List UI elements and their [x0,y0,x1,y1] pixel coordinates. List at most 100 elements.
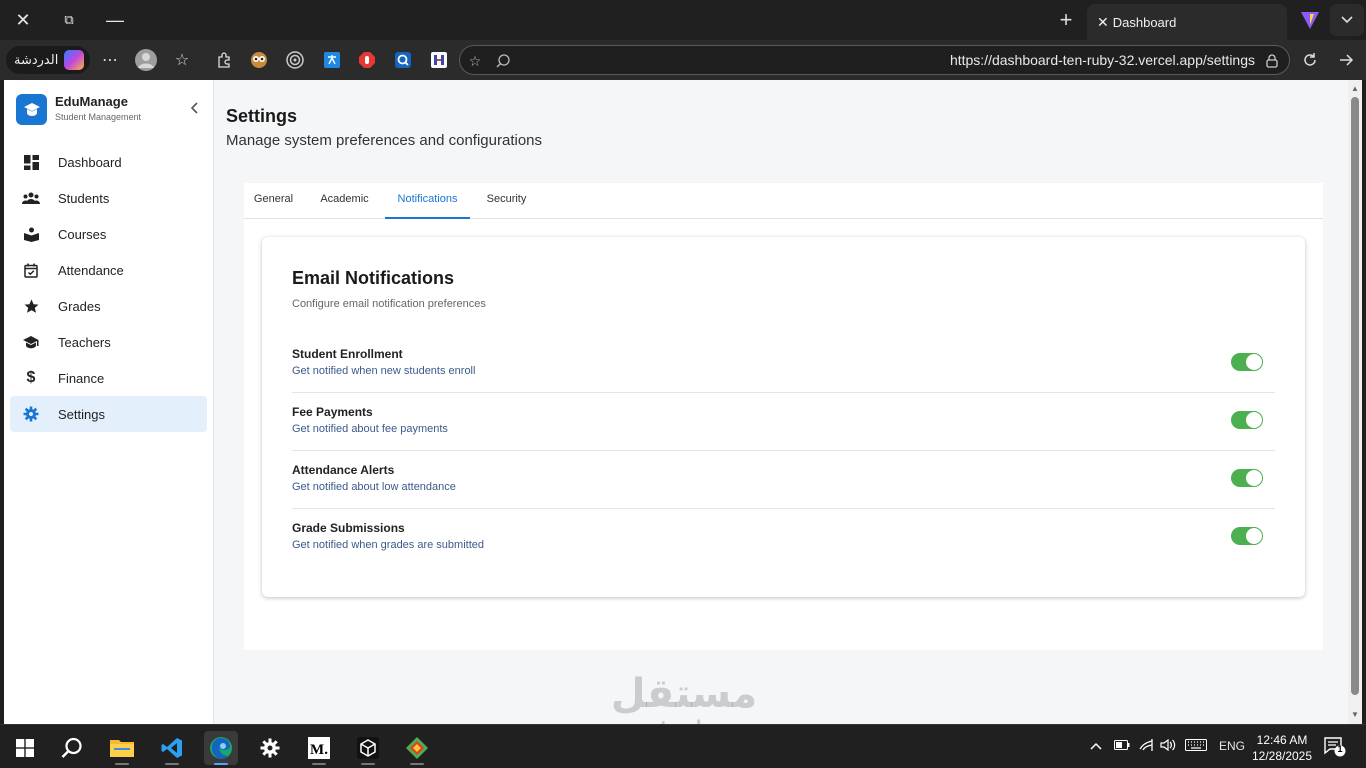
setting-description: Get notified about fee payments [292,423,448,435]
copilot-logo-icon [64,50,85,70]
sidebar-item-attendance[interactable]: Attendance [10,252,207,288]
page-title: Settings [226,106,298,126]
student-enrollment-toggle[interactable] [1231,353,1263,371]
profile-avatar-icon[interactable] [134,48,158,72]
main-content: Settings Manage system preferences and c… [214,80,1348,724]
minimize-window-icon[interactable]: — [92,0,138,40]
setting-title: Grade Submissions [292,521,405,535]
email-notifications-card: Email Notifications Configure email noti… [262,237,1305,597]
close-window-icon[interactable]: ✕ [0,0,46,40]
extension-shield-icon[interactable] [427,48,451,72]
wifi-icon[interactable] [1138,739,1154,754]
battery-icon[interactable] [1114,739,1130,753]
forward-arrow-icon[interactable] [1334,48,1358,72]
notification-count: 1 [1337,744,1343,754]
close-tab-icon[interactable]: ✕ [1097,14,1109,31]
file-explorer-icon[interactable] [105,731,139,765]
search-icon[interactable] [55,731,89,765]
url-text[interactable]: https://dashboard-ten-ruby-32.vercel.app… [950,52,1255,68]
fee-payments-toggle[interactable] [1231,411,1263,429]
favorites-icon[interactable]: ☆ [170,48,194,72]
sidebar-item-finance[interactable]: $ Finance [10,360,207,396]
browser-tab[interactable]: ✕ Dashboard [1087,4,1287,40]
settings-gear-icon[interactable] [253,731,287,765]
card-subtitle: Configure email notification preferences [292,298,486,310]
new-tab-button[interactable]: + [1052,6,1080,34]
extensions-icon[interactable] [212,48,236,72]
sidebar: EduManage Student Management Dashboard S… [4,80,214,724]
show-hidden-icons-chevron-icon[interactable] [1090,739,1102,753]
input-language[interactable]: ENG [1219,739,1245,753]
toggle-knob [1246,528,1262,544]
taskbar: M. ENG 12:46 AM 12/28/2025 1 [0,724,1366,768]
brand-name: EduManage [55,94,128,109]
attendance-alerts-toggle[interactable] [1231,469,1263,487]
toggle-knob [1246,412,1262,428]
sidebar-item-label: Attendance [58,262,124,278]
sidebar-item-grades[interactable]: Grades [10,288,207,324]
clock-time: 12:46 AM [1256,733,1308,747]
brand-subtitle: Student Management [55,112,142,122]
setting-title: Student Enrollment [292,347,403,361]
dashboard-icon [22,153,40,171]
setting-row-student-enrollment: Student Enrollment Get notified when new… [292,335,1275,393]
book-icon [22,225,40,243]
sidebar-item-students[interactable]: Students [10,180,207,216]
tab-academic[interactable]: Academic [310,183,379,219]
sidebar-item-dashboard[interactable]: Dashboard [10,144,207,180]
tab-general[interactable]: General [244,183,303,219]
calendar-check-icon [22,261,40,279]
favorite-star-icon[interactable]: ☆ [464,50,486,72]
tab-title: Dashboard [1112,14,1177,30]
windows-start-icon[interactable] [8,731,42,765]
volume-icon[interactable] [1160,738,1178,754]
medium-app-icon[interactable]: M. [302,731,336,765]
search-chat-icon[interactable] [492,50,514,72]
copilot-label: الدردشة [14,52,59,67]
page-scrollbar[interactable]: ▲ ▼ [1348,80,1362,724]
setting-row-attendance-alerts: Attendance Alerts Get notified about low… [292,451,1275,509]
grade-submissions-toggle[interactable] [1231,527,1263,545]
scroll-up-arrow-icon[interactable]: ▲ [1350,84,1360,94]
browser-titlebar: ✕ ⧉ — + ✕ Dashboard [0,0,1366,40]
vite-logo-icon [1301,12,1319,29]
copilot-button[interactable]: الدردشة [6,46,90,74]
svg-text:M.: M. [310,742,328,758]
web-page: EduManage Student Management Dashboard S… [4,80,1348,724]
sidebar-item-label: Settings [58,406,105,422]
collapse-sidebar-chevron-icon[interactable] [184,98,204,118]
extension-adblock-icon[interactable] [355,48,379,72]
tab-notifications[interactable]: Notifications [385,183,470,219]
notification-center-icon[interactable]: 1 [1324,737,1346,760]
sidebar-item-teachers[interactable]: Teachers [10,324,207,360]
extension-owl-icon[interactable] [247,48,271,72]
more-menu-icon[interactable]: ⋯ [98,48,122,72]
address-bar[interactable]: ☆ https://dashboard-ten-ruby-32.vercel.a… [459,45,1290,75]
sidebar-item-courses[interactable]: Courses [10,216,207,252]
gear-icon [22,405,40,423]
brand: EduManage Student Management [16,94,206,126]
sidebar-item-settings[interactable]: Settings [10,396,207,432]
tab-security[interactable]: Security [476,183,537,219]
site-lock-icon[interactable] [1261,50,1283,72]
extension-translate-icon[interactable] [320,48,344,72]
extension-target-icon[interactable] [283,48,307,72]
scrollbar-thumb[interactable] [1351,97,1359,695]
keyboard-icon[interactable] [1185,739,1207,754]
browser-toolbar: الدردشة ⋯ ☆ ☆ https://dashboard-ten-ruby… [0,40,1366,80]
sidebar-item-label: Finance [58,370,105,386]
system-clock[interactable]: 12:46 AM 12/28/2025 [1248,732,1316,764]
reload-icon[interactable] [1298,48,1322,72]
sidebar-item-label: Teachers [58,334,111,350]
sidebar-item-label: Grades [58,298,101,314]
tab-list-chevron-icon[interactable] [1330,4,1364,36]
scroll-down-arrow-icon[interactable]: ▼ [1350,710,1360,720]
git-kraken-app-icon[interactable] [400,731,434,765]
vscode-icon[interactable] [155,731,189,765]
extension-search-q-icon[interactable] [391,48,415,72]
clock-date: 12/28/2025 [1251,749,1313,763]
restore-window-icon[interactable]: ⧉ [46,0,92,40]
edge-browser-icon[interactable] [204,731,238,765]
page-subtitle: Manage system preferences and configurat… [226,132,543,149]
3d-cube-app-icon[interactable] [351,731,385,765]
